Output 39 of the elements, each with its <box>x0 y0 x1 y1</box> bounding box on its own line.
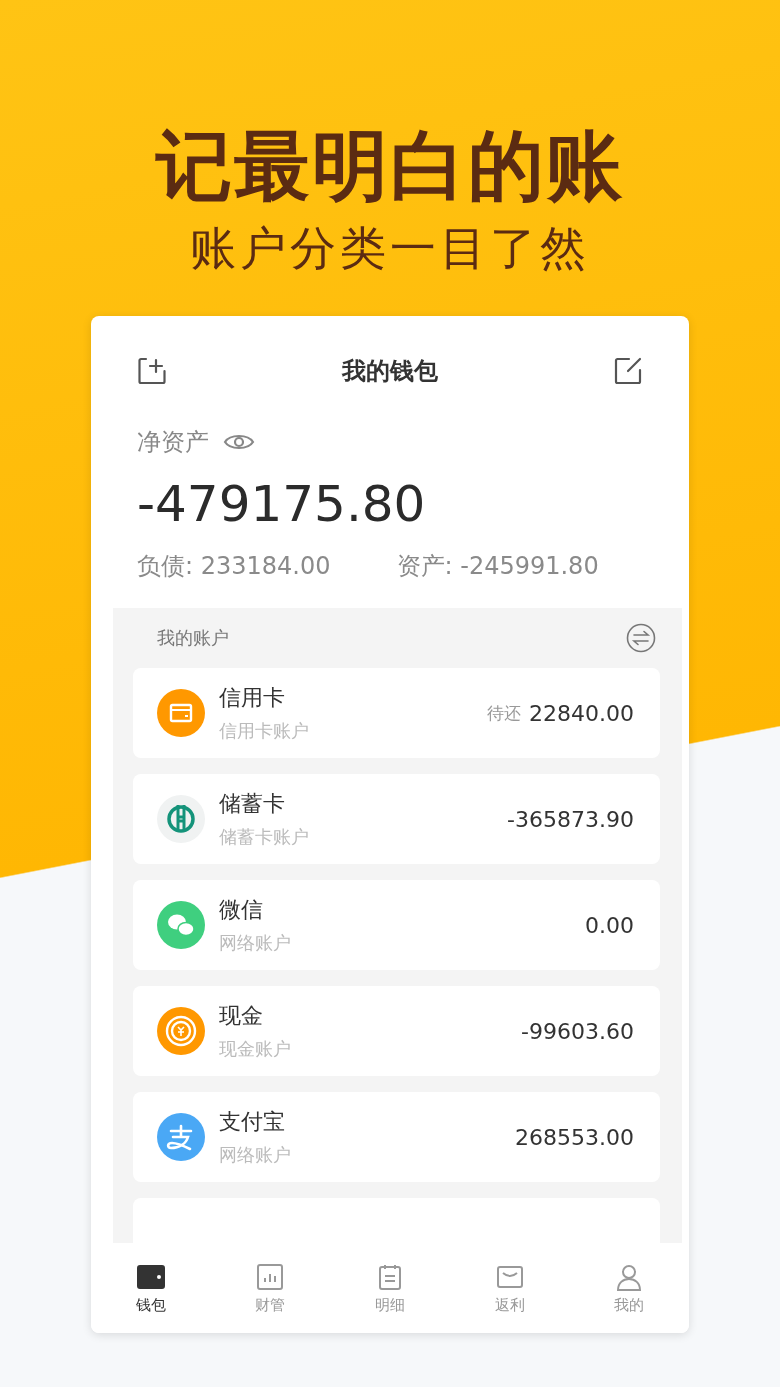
account-amount: -365873.90 <box>507 806 634 832</box>
pending-label: 待还 <box>487 701 521 725</box>
account-amount: 22840.00 <box>529 700 634 726</box>
account-amount: -99603.60 <box>521 1018 634 1044</box>
headline: 记最明白的账 <box>156 122 624 210</box>
account-type: 储蓄卡账户 <box>219 825 310 849</box>
account-name: 储蓄卡 <box>219 790 286 818</box>
switch-icon[interactable] <box>626 623 656 653</box>
account-name: 信用卡 <box>219 684 286 712</box>
net-assets-value: -479175.80 <box>137 474 427 534</box>
account-type: 网络账户 <box>219 1143 292 1167</box>
add-icon[interactable] <box>137 356 167 386</box>
card-account-icon <box>157 689 205 737</box>
tab[interactable]: 钱包 <box>110 1261 191 1315</box>
account-card[interactable]: 储蓄卡 储蓄卡账户 -365873.90 <box>133 774 660 864</box>
account-amount: 0.00 <box>585 912 634 938</box>
net-assets-label: 净资产 <box>137 427 209 458</box>
account-type: 现金账户 <box>219 1037 292 1061</box>
bank-account-icon <box>157 795 205 843</box>
account-name: 支付宝 <box>219 1108 286 1136</box>
accounts-header: 我的账户 <box>157 626 229 650</box>
account-name: 现金 <box>219 1002 264 1030</box>
account-card[interactable]: 微信 网络账户 0.00 <box>133 880 660 970</box>
edit-icon[interactable] <box>613 356 643 386</box>
alipay-account-icon <box>157 1113 205 1161</box>
account-name: 微信 <box>219 896 264 924</box>
account-card[interactable]: 信用卡 信用卡账户 待还 22840.00 <box>133 668 660 758</box>
wallet-title: 我的钱包 <box>342 356 438 387</box>
account-card[interactable]: 现金 现金账户 -99603.60 <box>133 986 660 1076</box>
subheadline: 账户分类一目了然 <box>190 220 590 277</box>
account-card[interactable]: 支付宝 网络账户 268553.00 <box>133 1092 660 1182</box>
wechat-account-icon <box>157 901 205 949</box>
assets-text: 资产: -245991.80 <box>396 551 599 582</box>
account-type: 网络账户 <box>219 931 292 955</box>
liabilities-text: 负债: 233184.00 <box>137 551 331 582</box>
account-type: 信用卡账户 <box>219 719 310 743</box>
finance-tab-icon <box>255 1261 286 1292</box>
account-amount: 268553.00 <box>515 1124 634 1150</box>
cash-account-icon <box>157 1007 205 1055</box>
